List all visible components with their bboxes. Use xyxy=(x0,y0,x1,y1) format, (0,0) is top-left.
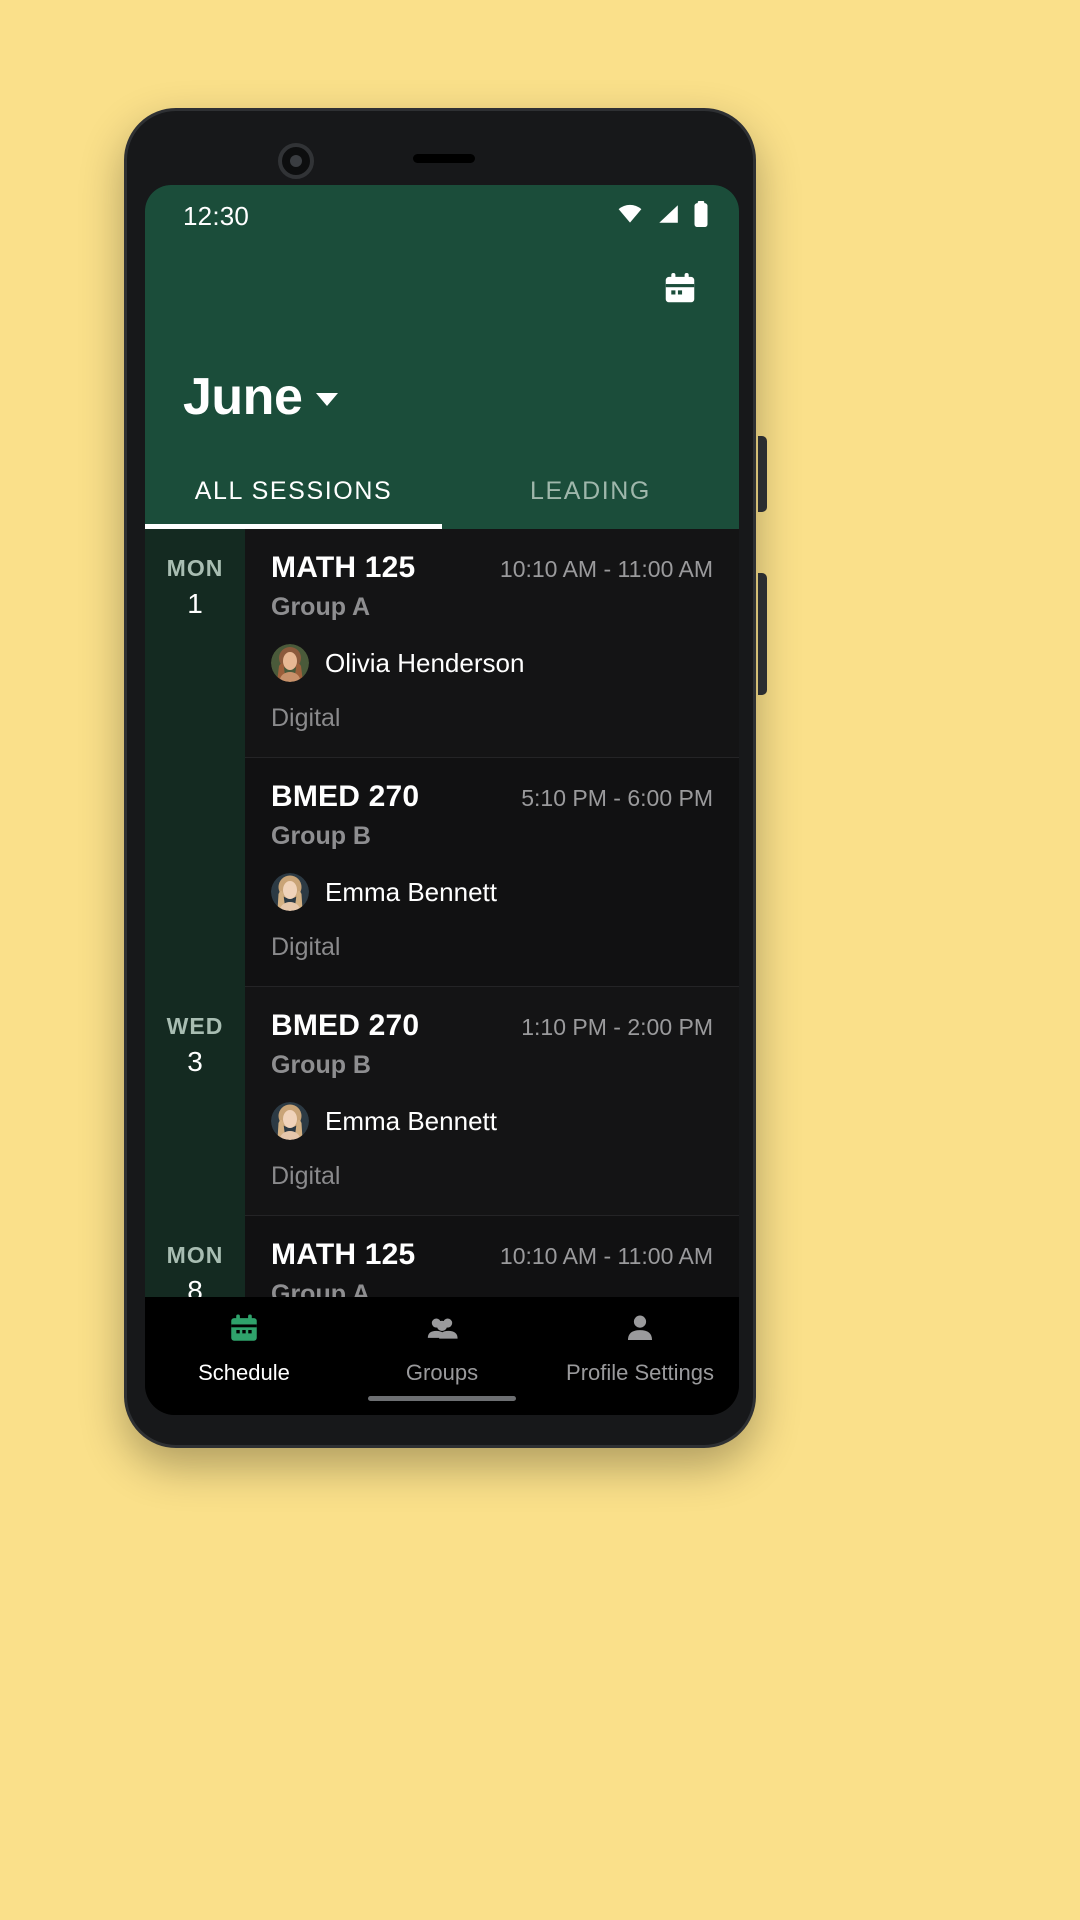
power-button[interactable] xyxy=(758,573,767,695)
calendar-view-button[interactable] xyxy=(657,267,703,313)
session-card[interactable]: MATH 125 10:10 AM - 11:00 AM Group A xyxy=(245,529,739,758)
day-group: WED 3 BMED 270 1:10 PM - 2:00 PM Group B xyxy=(145,987,739,1216)
session-group: Group A xyxy=(271,1280,371,1297)
tab-leading[interactable]: LEADING xyxy=(442,453,739,529)
battery-icon xyxy=(693,200,709,232)
day-group: MON 1 MATH 125 10:10 AM - 11:00 AM Group… xyxy=(145,529,739,987)
session-group: Group B xyxy=(271,1051,371,1079)
presenter-row: Emma Bennett xyxy=(271,873,713,911)
volume-button[interactable] xyxy=(758,436,767,512)
course-code: BMED 270 xyxy=(271,780,420,813)
signal-icon xyxy=(656,204,680,229)
session-card-header: BMED 270 5:10 PM - 6:00 PM xyxy=(271,780,713,814)
date-day-of-week: MON xyxy=(166,555,224,581)
tab-bar: ALL SESSIONS LEADING xyxy=(145,453,739,529)
date-gutter: WED 3 xyxy=(145,987,245,1216)
calendar-icon xyxy=(661,269,699,312)
person-icon xyxy=(623,1311,657,1350)
session-time: 5:10 PM - 6:00 PM xyxy=(521,785,713,811)
sessions-column: MATH 125 10:10 AM - 11:00 AM Group A xyxy=(245,1216,739,1297)
month-selector[interactable]: June xyxy=(145,333,739,453)
session-list[interactable]: MON 1 MATH 125 10:10 AM - 11:00 AM Group… xyxy=(145,529,739,1297)
home-indicator[interactable] xyxy=(368,1396,516,1401)
date-day-of-week: MON xyxy=(166,1242,224,1268)
presenter-name: Emma Bennett xyxy=(325,876,497,907)
date-day-number: 1 xyxy=(187,588,203,619)
header-actions xyxy=(145,247,739,333)
session-card-header: BMED 270 1:10 PM - 2:00 PM xyxy=(271,1009,713,1043)
wifi-icon xyxy=(617,204,643,229)
presenter-row: Olivia Henderson xyxy=(271,644,713,682)
people-icon xyxy=(425,1311,459,1350)
session-time: 10:10 AM - 11:00 AM xyxy=(499,1243,713,1269)
status-icons xyxy=(617,200,709,232)
caret-down-icon xyxy=(316,393,339,406)
session-modality: Digital xyxy=(271,933,341,961)
presenter-row: Emma Bennett xyxy=(271,1102,713,1140)
sessions-column: BMED 270 1:10 PM - 2:00 PM Group B Emma … xyxy=(245,987,739,1216)
avatar xyxy=(271,873,309,911)
status-time: 12:30 xyxy=(183,200,250,231)
session-card[interactable]: BMED 270 5:10 PM - 6:00 PM Group B Emma … xyxy=(245,758,739,987)
session-group: Group A xyxy=(271,593,371,621)
session-modality: Digital xyxy=(271,1162,341,1190)
phone-frame: 12:30 June ALL SESSIONS LEADING MON 1 MA… xyxy=(124,108,767,1448)
presenter-name: Emma Bennett xyxy=(325,1105,497,1136)
sessions-column: MATH 125 10:10 AM - 11:00 AM Group A xyxy=(245,529,739,987)
nav-label-schedule: Schedule xyxy=(198,1360,290,1385)
calendar-icon xyxy=(227,1311,261,1350)
earpiece-speaker xyxy=(413,154,475,163)
nav-label-profile-settings: Profile Settings xyxy=(566,1360,714,1385)
session-group: Group B xyxy=(271,822,371,850)
front-camera xyxy=(278,143,314,179)
status-bar: 12:30 xyxy=(145,185,739,247)
course-code: MATH 125 xyxy=(271,551,416,584)
date-gutter: MON 1 xyxy=(145,529,245,987)
course-code: MATH 125 xyxy=(271,1238,416,1271)
session-card-header: MATH 125 10:10 AM - 11:00 AM xyxy=(271,551,713,585)
nav-item-profile-settings[interactable]: Profile Settings xyxy=(541,1311,739,1386)
session-card-header: MATH 125 10:10 AM - 11:00 AM xyxy=(271,1238,713,1272)
date-day-of-week: WED xyxy=(166,1013,224,1039)
date-day-number: 3 xyxy=(187,1046,203,1077)
date-gutter: MON 8 xyxy=(145,1216,245,1297)
avatar xyxy=(271,644,309,682)
nav-label-groups: Groups xyxy=(405,1360,479,1385)
nav-item-groups[interactable]: Groups xyxy=(343,1311,541,1386)
phone-screen: 12:30 June ALL SESSIONS LEADING MON 1 MA… xyxy=(145,185,739,1415)
session-card[interactable]: MATH 125 10:10 AM - 11:00 AM Group A xyxy=(245,1216,739,1297)
date-day-number: 8 xyxy=(187,1275,203,1297)
nav-item-schedule[interactable]: Schedule xyxy=(145,1311,343,1386)
session-time: 10:10 AM - 11:00 AM xyxy=(499,556,713,582)
session-time: 1:10 PM - 2:00 PM xyxy=(521,1014,713,1040)
course-code: BMED 270 xyxy=(271,1009,420,1042)
session-card[interactable]: BMED 270 1:10 PM - 2:00 PM Group B Emma … xyxy=(245,987,739,1216)
tab-all-sessions[interactable]: ALL SESSIONS xyxy=(145,453,442,529)
app-header: 12:30 June ALL SESSIONS LEADING xyxy=(145,185,739,529)
page-title: June xyxy=(183,368,303,426)
day-group: MON 8 MATH 125 10:10 AM - 11:00 AM Group… xyxy=(145,1216,739,1297)
presenter-name: Olivia Henderson xyxy=(325,647,525,678)
avatar xyxy=(271,1102,309,1140)
session-modality: Digital xyxy=(271,704,341,732)
